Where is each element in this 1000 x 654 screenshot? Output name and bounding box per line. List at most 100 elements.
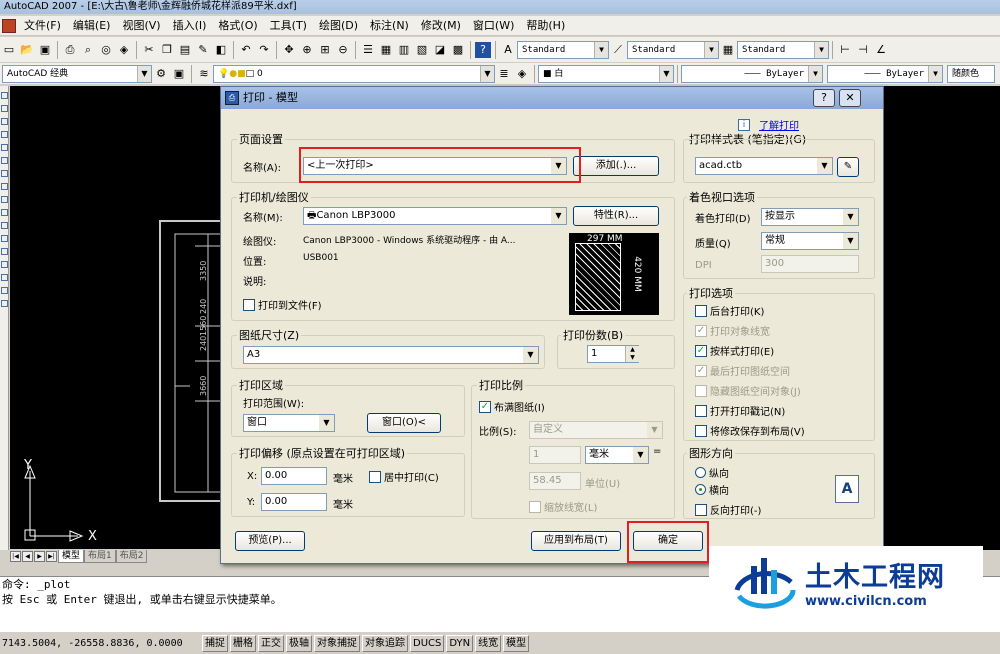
polyline-tool-icon[interactable] — [1, 105, 8, 112]
plot-icon[interactable]: ⎙ — [62, 42, 78, 58]
scale-denominator-input[interactable]: 58.45 — [529, 472, 581, 490]
menu-format[interactable]: 格式(O) — [212, 16, 263, 36]
pan-icon[interactable]: ✥ — [281, 42, 297, 58]
menu-file[interactable]: 文件(F) — [18, 16, 67, 36]
autocad-app-icon[interactable] — [2, 18, 16, 33]
otrack-toggle[interactable]: 对象追踪 — [362, 634, 408, 652]
landscape-radio[interactable]: 横向 — [695, 482, 729, 497]
save-to-layout-checkbox[interactable]: 将修改保存到布局(V) — [695, 423, 805, 438]
chevron-down-icon[interactable]: ▼ — [843, 233, 858, 249]
copies-stepper[interactable]: ▲ ▼ — [625, 346, 639, 362]
menu-edit[interactable]: 编辑(E) — [67, 16, 117, 36]
dialog-help-button[interactable]: ? — [813, 89, 835, 107]
open-file-icon[interactable]: 📂 — [19, 42, 35, 58]
polar-toggle[interactable]: 极轴 — [286, 634, 312, 652]
background-plot-checkbox[interactable]: 后台打印(K) — [695, 303, 764, 318]
plot-lineweights-checkbox[interactable]: ✓ 打印对象线宽 — [695, 323, 770, 338]
3d-dwf-icon[interactable]: ◈ — [116, 42, 132, 58]
fit-to-paper-checkbox[interactable]: ✓ 布满图纸(I) — [479, 399, 545, 414]
plot-upside-down-checkbox[interactable]: 反向打印(-) — [695, 502, 761, 517]
prev-tab-icon[interactable]: ◀ — [22, 550, 33, 562]
markup-icon[interactable]: ◪ — [432, 42, 448, 58]
make-block-icon[interactable] — [1, 222, 8, 229]
chevron-down-icon[interactable]: ▼ — [551, 208, 566, 224]
chevron-down-icon[interactable]: ▼ — [523, 347, 538, 363]
workspace-select[interactable]: AutoCAD 经典 ▼ — [2, 64, 152, 83]
plot-window-button[interactable]: 窗口(O)< — [367, 413, 441, 433]
scale-select[interactable]: 自定义 ▼ — [529, 421, 663, 439]
tab-layout1[interactable]: 布局1 — [84, 549, 116, 563]
ducs-toggle[interactable]: DUCS — [410, 634, 445, 652]
publish-icon[interactable]: ◎ — [98, 42, 114, 58]
workspace-settings-icon[interactable]: ⚙ — [153, 66, 169, 82]
plot-paperspace-last-checkbox[interactable]: ✓ 最后打印图纸空间 — [695, 363, 790, 378]
shade-plot-select[interactable]: 按显示 ▼ — [761, 208, 859, 226]
spline-tool-icon[interactable] — [1, 183, 8, 190]
chevron-down-icon[interactable]: ▼ — [633, 447, 648, 463]
new-file-icon[interactable]: ▭ — [1, 42, 17, 58]
layer-manager-icon[interactable]: ≋ — [196, 66, 212, 82]
quality-select[interactable]: 常规 ▼ — [761, 232, 859, 250]
osnap-toggle[interactable]: 对象捕捉 — [314, 634, 360, 652]
plot-style-table-select[interactable]: acad.ctb ▼ — [695, 157, 833, 175]
chevron-down-icon[interactable]: ▼ — [814, 41, 828, 58]
insert-block-icon[interactable] — [1, 209, 8, 216]
paste-icon[interactable]: ▤ — [177, 42, 193, 58]
ellipse-tool-icon[interactable] — [1, 196, 8, 203]
chevron-down-icon[interactable]: ▼ — [704, 41, 718, 58]
match-properties-icon[interactable]: ✎ — [195, 42, 211, 58]
plot-style-select[interactable]: 随颜色 — [947, 64, 995, 83]
first-tab-icon[interactable]: |◀ — [10, 550, 21, 562]
print-to-file-checkbox[interactable]: 打印到文件(F) — [243, 297, 322, 312]
copy-icon[interactable]: ❐ — [159, 42, 175, 58]
add-page-setup-button[interactable]: 添加(.)... — [573, 156, 659, 176]
calculator-icon[interactable]: ▩ — [450, 42, 466, 58]
dyn-toggle[interactable]: DYN — [446, 634, 474, 652]
layer-previous-icon[interactable]: ◈ — [514, 66, 530, 82]
table-style-select[interactable]: Standard ▼ — [737, 40, 829, 59]
scale-lineweights-checkbox[interactable]: 缩放线宽(L) — [529, 499, 597, 514]
dim-linear-icon[interactable]: ⊢ — [837, 42, 853, 58]
point-tool-icon[interactable] — [1, 235, 8, 242]
paper-size-select[interactable]: A3 ▼ — [243, 346, 539, 364]
edit-plot-style-button[interactable]: ✎ — [837, 157, 859, 177]
workspace-save-icon[interactable]: ▣ — [171, 66, 187, 82]
arc-tool-icon[interactable] — [1, 144, 8, 151]
zoom-window-icon[interactable]: ⊞ — [317, 42, 333, 58]
plot-range-select[interactable]: 窗口 ▼ — [243, 414, 335, 432]
chevron-down-icon[interactable]: ▼ — [659, 65, 673, 82]
menu-insert[interactable]: 插入(I) — [167, 16, 213, 36]
learn-plot-link[interactable]: 了解打印 — [759, 117, 799, 132]
menu-view[interactable]: 视图(V) — [116, 16, 166, 36]
last-tab-icon[interactable]: ▶| — [46, 550, 57, 562]
tab-layout2[interactable]: 布局2 — [115, 549, 148, 563]
revcloud-tool-icon[interactable] — [1, 170, 8, 177]
offset-x-input[interactable]: 0.00 — [261, 467, 327, 485]
help-icon[interactable]: ? — [475, 41, 491, 58]
tab-model[interactable]: 模型 — [58, 549, 85, 563]
menu-modify[interactable]: 修改(M) — [415, 16, 467, 36]
printer-name-select[interactable]: 🖶Canon LBP3000 ▼ — [303, 207, 567, 225]
zoom-previous-icon[interactable]: ⊖ — [335, 42, 351, 58]
dim-aligned-icon[interactable]: ⊣ — [855, 42, 871, 58]
printer-properties-button[interactable]: 特性(R)... — [573, 206, 659, 226]
block-editor-icon[interactable]: ◧ — [213, 42, 229, 58]
cut-icon[interactable]: ✂ — [141, 42, 157, 58]
sheet-set-icon[interactable]: ▧ — [414, 42, 430, 58]
region-tool-icon[interactable] — [1, 274, 8, 281]
menu-draw[interactable]: 绘图(D) — [313, 16, 364, 36]
linetype-select[interactable]: ——— ByLayer ▼ — [681, 64, 823, 83]
make-layer-current-icon[interactable]: ≣ — [496, 66, 512, 82]
scale-unit-select[interactable]: 毫米 ▼ — [585, 446, 649, 464]
snap-toggle[interactable]: 捕捉 — [202, 634, 228, 652]
text-style-select[interactable]: Standard ▼ — [517, 40, 609, 59]
ortho-toggle[interactable]: 正交 — [258, 634, 284, 652]
plot-with-styles-checkbox[interactable]: ✓ 按样式打印(E) — [695, 343, 774, 358]
offset-y-input[interactable]: 0.00 — [261, 493, 327, 511]
chevron-down-icon[interactable]: ▼ — [843, 209, 858, 225]
polygon-tool-icon[interactable] — [1, 118, 8, 125]
chevron-down-icon[interactable]: ▼ — [808, 65, 822, 82]
dim-style-select[interactable]: Standard ▼ — [627, 40, 719, 59]
apply-to-layout-button[interactable]: 应用到布局(T) — [531, 531, 621, 551]
plot-preview-icon[interactable]: ⌕ — [80, 42, 96, 58]
